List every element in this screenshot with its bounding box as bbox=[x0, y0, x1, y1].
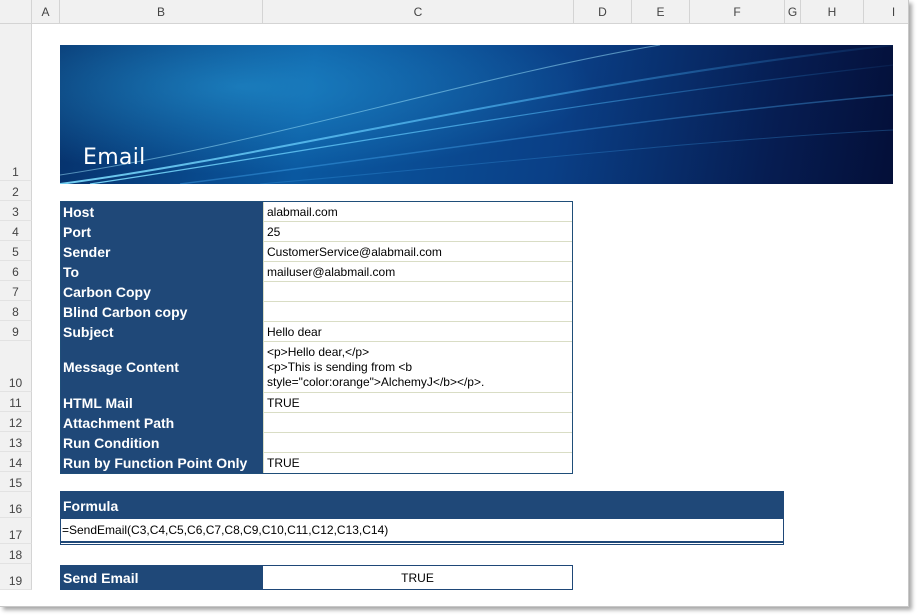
row-header-12[interactable]: 12 bbox=[0, 412, 32, 432]
formula-cell[interactable]: =SendEmail(C3,C4,C5,C6,C7,C8,C9,C10,C11,… bbox=[61, 519, 783, 543]
select-all-corner[interactable] bbox=[0, 0, 32, 24]
formula-label: Formula bbox=[61, 492, 783, 519]
row-header-13[interactable]: 13 bbox=[0, 432, 32, 452]
column-header-f[interactable]: F bbox=[690, 0, 785, 24]
table-row: Run by Function Point Only TRUE bbox=[61, 453, 572, 473]
row-header-8[interactable]: 8 bbox=[0, 301, 32, 321]
row-header-11[interactable]: 11 bbox=[0, 392, 32, 412]
column-header-a[interactable]: A bbox=[32, 0, 60, 24]
column-header-i[interactable]: I bbox=[864, 0, 908, 24]
field-value-message-content[interactable]: <p>Hello dear,</p> <p>This is sending fr… bbox=[263, 342, 572, 393]
field-label: Blind Carbon copy bbox=[61, 302, 263, 322]
column-header-b[interactable]: B bbox=[60, 0, 263, 24]
column-header-d[interactable]: D bbox=[574, 0, 632, 24]
row-header-7[interactable]: 7 bbox=[0, 281, 32, 301]
send-email-label: Send Email bbox=[61, 566, 263, 589]
message-line: <p>Hello dear,</p> bbox=[267, 344, 370, 359]
field-value-bcc[interactable] bbox=[263, 302, 572, 322]
field-label: Carbon Copy bbox=[61, 282, 263, 302]
banner-image: Email bbox=[60, 45, 893, 184]
row-header-14[interactable]: 14 bbox=[0, 452, 32, 472]
row-header-4[interactable]: 4 bbox=[0, 221, 32, 241]
table-row: Run Condition bbox=[61, 433, 572, 453]
field-label: Attachment Path bbox=[61, 413, 263, 433]
row-header-9[interactable]: 9 bbox=[0, 321, 32, 341]
spreadsheet: A B C D E F G H I 1 2 3 4 5 6 7 8 9 10 1… bbox=[0, 0, 909, 607]
field-value-host[interactable]: alabmail.com bbox=[263, 202, 572, 222]
page-title: Email bbox=[83, 145, 146, 170]
field-label: Run by Function Point Only bbox=[61, 453, 263, 473]
table-row: Sender CustomerService@alabmail.com bbox=[61, 242, 572, 262]
field-value-attachment-path[interactable] bbox=[263, 413, 572, 433]
table-row: To mailuser@alabmail.com bbox=[61, 262, 572, 282]
row-header-5[interactable]: 5 bbox=[0, 241, 32, 261]
table-row: Host alabmail.com bbox=[61, 202, 572, 222]
table-row: HTML Mail TRUE bbox=[61, 393, 572, 413]
column-header-g[interactable]: G bbox=[785, 0, 801, 24]
table-row: Carbon Copy bbox=[61, 282, 572, 302]
message-line: style="color:orange">AlchemyJ</b></p>. bbox=[267, 374, 485, 389]
field-label: Host bbox=[61, 202, 263, 222]
field-value-to[interactable]: mailuser@alabmail.com bbox=[263, 262, 572, 282]
field-label: HTML Mail bbox=[61, 393, 263, 413]
row-header-18[interactable]: 18 bbox=[0, 544, 32, 564]
table-row: Attachment Path bbox=[61, 413, 572, 433]
row-header-6[interactable]: 6 bbox=[0, 261, 32, 281]
row-header-17[interactable]: 17 bbox=[0, 518, 32, 544]
field-value-port[interactable]: 25 bbox=[263, 222, 572, 242]
row-header-3[interactable]: 3 bbox=[0, 201, 32, 221]
formula-block: Formula =SendEmail(C3,C4,C5,C6,C7,C8,C9,… bbox=[60, 491, 784, 545]
field-label: Sender bbox=[61, 242, 263, 262]
field-label: Port bbox=[61, 222, 263, 242]
row-header-16[interactable]: 16 bbox=[0, 492, 32, 518]
table-row: Blind Carbon copy bbox=[61, 302, 572, 322]
column-header-h[interactable]: H bbox=[801, 0, 864, 24]
row-header-10[interactable]: 10 bbox=[0, 341, 32, 392]
column-header-c[interactable]: C bbox=[263, 0, 574, 24]
field-value-cc[interactable] bbox=[263, 282, 572, 302]
field-value-run-by-function-point[interactable]: TRUE bbox=[263, 453, 572, 473]
table-row: Message Content <p>Hello dear,</p> <p>Th… bbox=[61, 342, 572, 393]
table-row: Subject Hello dear bbox=[61, 322, 572, 342]
field-label: To bbox=[61, 262, 263, 282]
row-header-2[interactable]: 2 bbox=[0, 181, 32, 201]
field-value-run-condition[interactable] bbox=[263, 433, 572, 453]
table-row: Port 25 bbox=[61, 222, 572, 242]
banner-streaks bbox=[60, 45, 893, 184]
parameter-table: Host alabmail.com Port 25 Sender Custome… bbox=[60, 201, 573, 474]
column-header-e[interactable]: E bbox=[632, 0, 690, 24]
row-header-15[interactable]: 15 bbox=[0, 472, 32, 492]
field-value-subject[interactable]: Hello dear bbox=[263, 322, 572, 342]
field-label: Message Content bbox=[61, 342, 263, 393]
message-line: <p>This is sending from <b bbox=[267, 359, 413, 374]
field-value-sender[interactable]: CustomerService@alabmail.com bbox=[263, 242, 572, 262]
field-label: Subject bbox=[61, 322, 263, 342]
send-email-result[interactable]: TRUE bbox=[263, 566, 572, 589]
row-header-19[interactable]: 19 bbox=[0, 564, 32, 590]
row-header-1[interactable]: 1 bbox=[0, 24, 32, 181]
field-value-html-mail[interactable]: TRUE bbox=[263, 393, 572, 413]
field-label: Run Condition bbox=[61, 433, 263, 453]
send-email-row: Send Email TRUE bbox=[60, 565, 573, 590]
